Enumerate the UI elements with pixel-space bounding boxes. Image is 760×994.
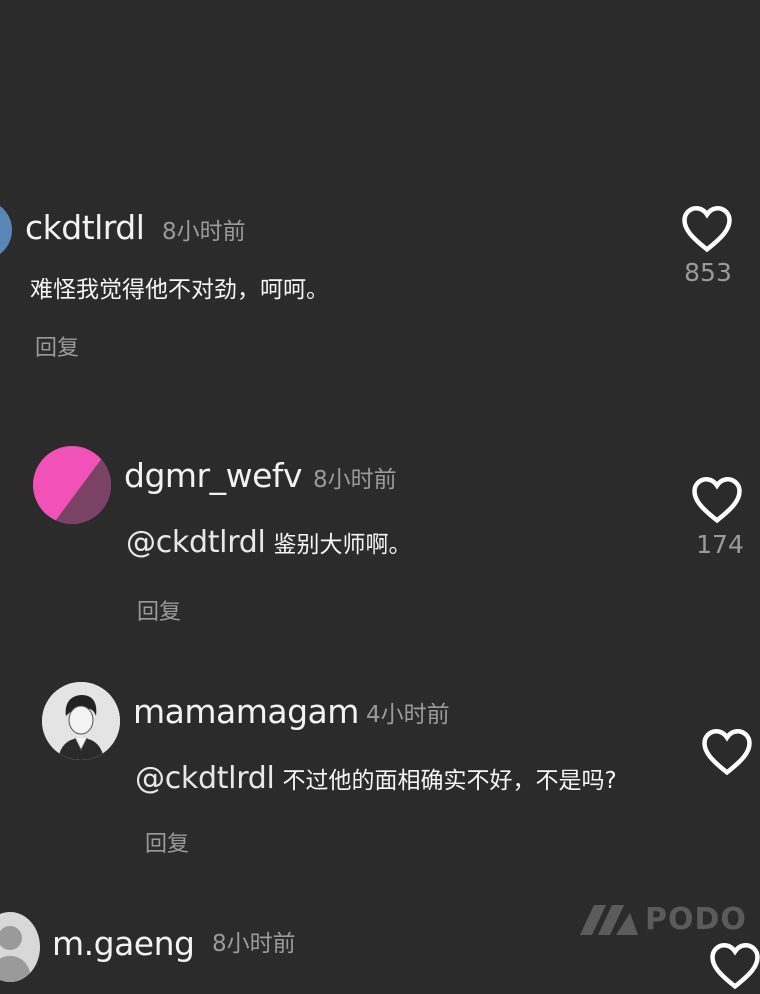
podo-logo-icon	[580, 905, 638, 935]
avatar-dgmr-wefv[interactable]	[33, 446, 111, 524]
like-count: 174	[696, 530, 744, 559]
mention-link[interactable]: @ckdtlrdl	[126, 525, 266, 560]
avatar-m-gaeng[interactable]	[0, 912, 40, 982]
watermark-text: PODO	[645, 902, 747, 937]
comment-time: 8小时前	[313, 467, 397, 493]
like-button[interactable]	[700, 726, 754, 776]
comment-body: 不过他的面相确实不好，不是吗?	[282, 768, 617, 794]
default-user-icon	[0, 926, 32, 982]
comment-username[interactable]: dgmr_wefv	[124, 456, 303, 495]
heart-outline-icon	[692, 476, 742, 524]
avatar-ckdtlrdl[interactable]	[0, 200, 12, 260]
comment-username[interactable]: mamamagam	[133, 692, 359, 731]
reply-button[interactable]: 回复	[145, 826, 189, 858]
comment-username[interactable]: ckdtlrdl	[25, 208, 145, 247]
like-button[interactable]	[690, 474, 744, 524]
reply-button[interactable]: 回复	[35, 330, 79, 362]
heart-outline-icon	[682, 205, 732, 253]
person-drawing-icon	[42, 682, 120, 760]
comment-time: 8小时前	[162, 219, 246, 245]
mention-link[interactable]: @ckdtlrdl	[135, 761, 275, 796]
reply-button[interactable]: 回复	[137, 594, 181, 626]
comment-time: 8小时前	[212, 931, 296, 957]
heart-outline-icon	[702, 728, 752, 776]
like-button[interactable]	[680, 203, 734, 253]
comment-text: @ckdtlrdl 不过他的面相确实不好，不是吗?	[135, 761, 617, 796]
heart-outline-icon	[710, 942, 760, 990]
comment-username[interactable]: m.gaeng	[52, 924, 195, 963]
like-button[interactable]	[708, 940, 760, 990]
avatar-mamamagam[interactable]	[42, 682, 120, 760]
comment-text: @ckdtlrdl 鉴别大师啊。	[126, 525, 412, 560]
like-count: 853	[684, 258, 732, 287]
comment-body: 鉴别大师啊。	[273, 532, 412, 558]
comment-time: 4小时前	[366, 702, 450, 728]
comment-text: 难怪我觉得他不对劲，呵呵。	[30, 277, 329, 303]
